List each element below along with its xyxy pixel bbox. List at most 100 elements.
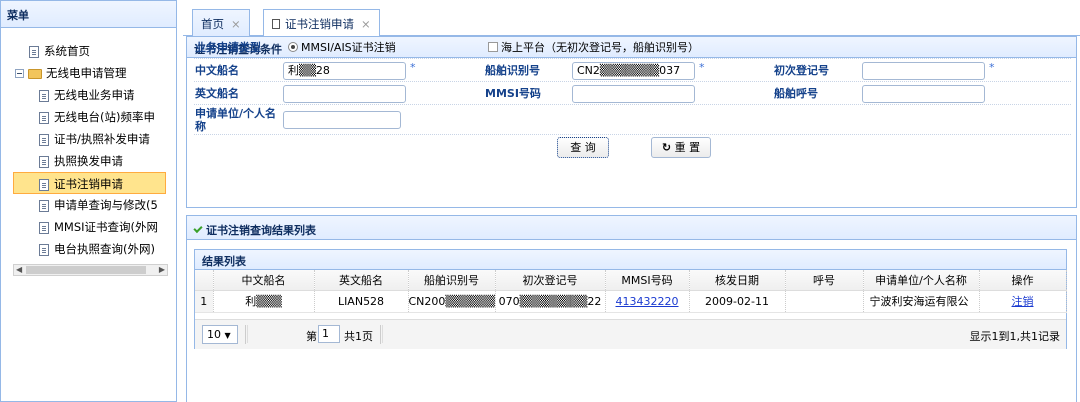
close-icon[interactable]: × (231, 17, 241, 31)
cell-first-reg: 070▒▒▒▒▒▒▒▒22 (495, 290, 606, 313)
en-name-input[interactable] (283, 85, 406, 103)
first-reg-label: 初次登记号 (774, 64, 829, 77)
col-header-issue-date[interactable]: 核发日期 (689, 270, 786, 291)
cn-name-input[interactable]: 利▒▒28 (283, 62, 406, 80)
first-reg-input[interactable] (862, 62, 985, 80)
pager-separator (245, 325, 246, 344)
col-header-action: 操作 (979, 270, 1067, 291)
applicant-input[interactable] (283, 111, 401, 129)
col-header-callsign[interactable]: 呼号 (785, 270, 864, 291)
cell-en-name: LIAN528 (314, 290, 409, 313)
form-row-3: 申请单位/个人名称 (194, 105, 1071, 135)
menu-horizontal-scrollbar[interactable]: ◀ ▶ (13, 264, 168, 276)
refresh-icon: ↻ (661, 141, 672, 154)
page-size-select[interactable]: 10 ▼ (202, 325, 238, 344)
menu-item-mmsi-query[interactable]: MMSI证书查询(外网 (1, 216, 176, 238)
menu-title: 菜单 (1, 1, 176, 28)
dropdown-arrow-icon: ▼ (224, 331, 231, 340)
menu-item-frequency[interactable]: 无线电台(站)频率申 (1, 106, 176, 128)
ship-id-label: 船舶识别号 (485, 64, 540, 77)
file-icon (29, 45, 39, 58)
checkbox-platform-label[interactable]: 海上平台（无初次登记号，船舶识别号） (501, 36, 699, 59)
form-row-type: 业务申请类型 MMSI/AIS证书注销 海上平台（无初次登记号，船舶识别号） (194, 36, 1071, 59)
required-mark: * (410, 61, 416, 74)
cell-applicant: 宁波利安海运有限公 (863, 290, 980, 313)
mmsi-link[interactable]: 413432220 (616, 295, 679, 308)
form-row-2: 英文船名 MMSI号码 船舶呼号 (194, 82, 1071, 105)
checkbox-platform[interactable] (488, 42, 498, 52)
tab-home[interactable]: 首页 × (192, 9, 250, 36)
menu-item-radio-mgmt[interactable]: 无线电申请管理 (1, 62, 176, 84)
menu-item-home[interactable]: 系统首页 (1, 40, 176, 62)
pager-info: 显示1到1,共1记录 (969, 330, 1061, 343)
en-name-label: 英文船名 (195, 87, 239, 100)
radio-mmsi-label[interactable]: MMSI/AIS证书注销 (301, 36, 396, 59)
close-icon[interactable]: × (361, 17, 371, 31)
row-number: 1 (195, 290, 214, 313)
menu-item-query-modify[interactable]: 申请单查询与修改(5 (1, 194, 176, 216)
result-grid: 结果列表 中文船名 英文船名 船舶识别号 初次登记号 MMSI号码 核发日期 呼… (194, 249, 1067, 349)
file-icon (39, 178, 49, 191)
form-row-1: 中文船名 利▒▒28 * 船舶识别号 CN2▒▒▒▒▒▒▒037 * 初次登记号… (194, 59, 1071, 82)
form-row-buttons: 查 询 ↻ 重 置 (194, 135, 1071, 161)
result-panel-title: 证书注销查询结果列表 (206, 224, 316, 237)
file-icon (39, 133, 49, 146)
reset-button[interactable]: ↻ 重 置 (651, 137, 711, 158)
checkmark-icon (193, 223, 203, 234)
scrollbar-thumb[interactable] (26, 266, 146, 274)
callsign-input[interactable] (862, 85, 985, 103)
ship-id-input[interactable]: CN2▒▒▒▒▒▒▒037 (572, 62, 695, 80)
applicant-label: 申请单位/个人名称 (195, 107, 277, 133)
table-header-row: 中文船名 英文船名 船舶识别号 初次登记号 MMSI号码 核发日期 呼号 申请单… (195, 270, 1067, 291)
cell-ship-id: CN200▒▒▒▒▒▒▒▒▒ (408, 290, 496, 313)
scroll-left-icon[interactable]: ◀ (16, 265, 22, 275)
main-area: 首页 × 证书注销申请 × 证书注销查询条件 业务申请类型 MMSI/AIS证书注销… (183, 0, 1080, 402)
tab-cancel-cert[interactable]: 证书注销申请 × (263, 9, 380, 37)
result-table: 中文船名 英文船名 船舶识别号 初次登记号 MMSI号码 核发日期 呼号 申请单… (195, 270, 1067, 313)
menu-item-renew[interactable]: 执照换发申请 (1, 150, 176, 172)
col-header-num (195, 270, 214, 291)
file-icon (39, 89, 49, 102)
page-prefix: 第 (306, 330, 317, 343)
menu-item-reissue[interactable]: 证书/执照补发申请 (1, 128, 176, 150)
cell-callsign (785, 290, 864, 313)
menu-item-license-query[interactable]: 电台执照查询(外网) (1, 238, 176, 260)
col-header-mmsi[interactable]: MMSI号码 (605, 270, 690, 291)
scroll-right-icon[interactable]: ▶ (159, 265, 165, 275)
callsign-label: 船舶呼号 (774, 87, 818, 100)
menu-item-radio-service[interactable]: 无线电业务申请 (1, 84, 176, 106)
pager-nav-first-prev (247, 325, 302, 343)
file-icon (39, 155, 49, 168)
cell-cn-name: 利▒▒▒ (213, 290, 315, 313)
tab-bar: 首页 × 证书注销申请 × (183, 0, 1080, 37)
menu-panel: 菜单 系统首页 无线电申请管理 无线电业务申请 无线电台(站)频率申 证书/执照… (0, 0, 177, 402)
table-row[interactable]: 1 利▒▒▒ LIAN528 CN200▒▒▒▒▒▒▒▒▒ 070▒▒▒▒▒▒▒… (195, 290, 1067, 313)
search-button[interactable]: 查 询 (557, 137, 609, 158)
cell-action: 注销 (979, 290, 1067, 313)
col-header-cn-name[interactable]: 中文船名 (213, 270, 315, 291)
col-header-ship-id[interactable]: 船舶识别号 (408, 270, 496, 291)
file-icon (39, 111, 49, 124)
col-header-en-name[interactable]: 英文船名 (314, 270, 409, 291)
collapse-icon[interactable] (15, 69, 24, 78)
page-number-input[interactable]: 1 (318, 325, 340, 343)
menu-item-cancel-cert[interactable]: 证书注销申请 (13, 172, 166, 194)
folder-open-icon (28, 68, 42, 79)
result-list-title: 结果列表 (195, 250, 1066, 270)
menu-tree: 系统首页 无线电申请管理 无线电业务申请 无线电台(站)频率申 证书/执照补发申… (1, 28, 176, 260)
apply-type-label: 业务申请类型 (195, 41, 261, 54)
col-header-applicant[interactable]: 申请单位/个人名称 (863, 270, 980, 291)
cancel-link[interactable]: 注销 (1012, 295, 1034, 308)
cell-issue-date: 2009-02-11 (689, 290, 786, 313)
required-mark: * (699, 61, 705, 74)
pagination-bar: 10 ▼ 第 1 共1页 显示1到1,共1记录 (195, 319, 1066, 349)
result-panel-header: 证书注销查询结果列表 (187, 216, 1076, 240)
col-header-first-reg[interactable]: 初次登记号 (495, 270, 606, 291)
radio-mmsi[interactable] (288, 42, 298, 52)
query-form: 业务申请类型 MMSI/AIS证书注销 海上平台（无初次登记号，船舶识别号） 中… (194, 36, 1071, 161)
pager-nav-next-last (382, 325, 427, 343)
page-icon (272, 19, 280, 29)
mmsi-input[interactable] (572, 85, 695, 103)
file-icon (39, 199, 49, 212)
page-total: 共1页 (344, 330, 373, 343)
